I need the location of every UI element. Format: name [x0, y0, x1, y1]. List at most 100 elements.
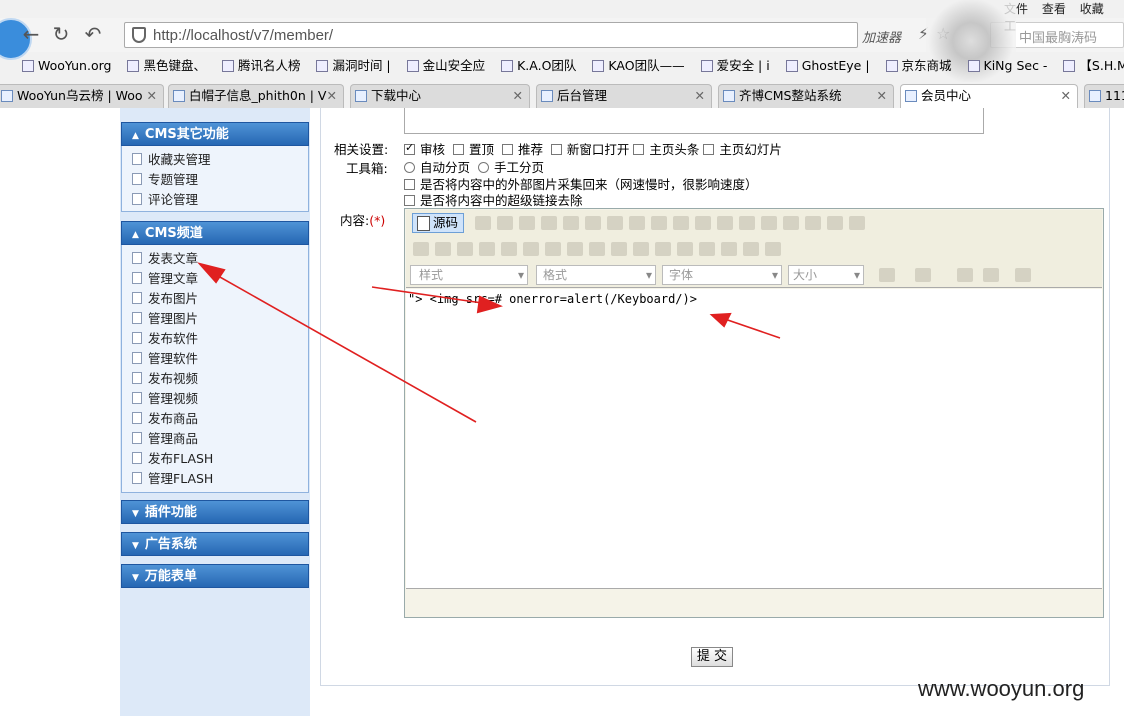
maximize-icon[interactable]	[957, 268, 973, 282]
sidebar-item-manage-video[interactable]: 管理视频	[122, 389, 308, 409]
checkbox[interactable]	[404, 141, 415, 155]
help-icon[interactable]	[1015, 268, 1031, 282]
submit-button[interactable]: 提 交	[691, 647, 733, 667]
sidebar-item-post-product[interactable]: 发布商品	[122, 409, 308, 429]
bookmark-ghosteye[interactable]: GhostEye |	[785, 54, 870, 78]
special-char-icon[interactable]	[743, 242, 759, 256]
accelerator-label[interactable]: 加速器	[862, 27, 901, 46]
cut-icon[interactable]	[519, 216, 535, 230]
radio-manual-paging[interactable]: 手工分页	[477, 160, 544, 175]
close-icon[interactable]: ✕	[147, 85, 157, 107]
option-remove-links[interactable]: 是否将内容中的超级链接去除	[404, 190, 583, 209]
bookmark-jd[interactable]: 京东商城	[885, 54, 952, 78]
show-blocks-icon[interactable]	[983, 268, 999, 282]
menu-favorites[interactable]: 收藏	[1080, 2, 1104, 16]
editor-source-textarea[interactable]: "> <img src=# onerror=alert(/Keyboard/)>	[406, 289, 1102, 589]
sidebar-item-manage-product[interactable]: 管理商品	[122, 429, 308, 449]
tab-admin[interactable]: 后台管理 ✕	[536, 84, 712, 108]
radio[interactable]	[477, 162, 489, 173]
checkbox[interactable]	[452, 144, 464, 155]
find-icon[interactable]	[651, 216, 667, 230]
sidebar-section-cms-other[interactable]: ▲ CMS其它功能	[121, 122, 309, 146]
back-icon[interactable]: ←	[18, 22, 44, 46]
bookmark-kao[interactable]: K.A.O团队	[501, 54, 576, 78]
sidebar-section-forms[interactable]: ▼ 万能表单	[121, 564, 309, 588]
image-icon[interactable]	[633, 242, 649, 256]
font-select[interactable]: 字体	[662, 265, 782, 285]
sidebar-item-post-video[interactable]: 发布视频	[122, 369, 308, 389]
sidebar-item-post-image[interactable]: 发布图片	[122, 289, 308, 309]
menu-view[interactable]: 查看	[1042, 2, 1066, 16]
ordered-list-icon[interactable]	[413, 242, 429, 256]
bookmark-kingsoft[interactable]: 金山安全应	[406, 54, 485, 78]
sidebar-item-post-software[interactable]: 发布软件	[122, 329, 308, 349]
size-select[interactable]: 大小	[788, 265, 864, 285]
sidebar-item-post-flash[interactable]: 发布FLASH	[122, 449, 308, 469]
tab-member-center[interactable]: 会员中心 ✕	[900, 84, 1078, 108]
tab-qibo[interactable]: 齐博CMS整站系统 ✕	[718, 84, 894, 108]
checkbox[interactable]	[550, 144, 562, 155]
link-icon[interactable]	[589, 242, 605, 256]
underline-icon[interactable]	[783, 216, 799, 230]
text-color-icon[interactable]	[879, 268, 895, 282]
tab-download[interactable]: 下载中心 ✕	[350, 84, 530, 108]
undo-icon[interactable]	[607, 216, 623, 230]
checkbox[interactable]	[404, 179, 415, 190]
format-select[interactable]: 格式	[536, 265, 656, 285]
sidebar-item-post-article[interactable]: 发表文章	[122, 249, 308, 269]
outdent-icon[interactable]	[457, 242, 473, 256]
superscript-icon[interactable]	[849, 216, 865, 230]
strike-icon[interactable]	[805, 216, 821, 230]
checkbox[interactable]	[633, 144, 645, 155]
sidebar-section-cms-channel[interactable]: ▲ CMS频道	[121, 221, 309, 245]
summary-textarea[interactable]	[404, 108, 984, 134]
bookmark-kao-team[interactable]: KAO团队——	[592, 54, 685, 78]
sidebar-item-comments[interactable]: 评论管理	[122, 190, 308, 210]
flash-icon[interactable]	[655, 242, 671, 256]
radio[interactable]	[404, 162, 415, 173]
sidebar-item-manage-article[interactable]: 管理文章	[122, 269, 308, 289]
unlink-icon[interactable]	[611, 242, 627, 256]
italic-icon[interactable]	[761, 216, 777, 230]
checkbox[interactable]	[404, 195, 415, 206]
copy-icon[interactable]	[541, 216, 557, 230]
close-icon[interactable]: ✕	[327, 85, 337, 107]
preview-icon[interactable]	[475, 216, 491, 230]
rule-icon[interactable]	[699, 242, 715, 256]
replace-icon[interactable]	[673, 216, 689, 230]
close-icon[interactable]: ✕	[877, 85, 887, 107]
align-left-icon[interactable]	[501, 242, 517, 256]
align-right-icon[interactable]	[545, 242, 561, 256]
sidebar-section-ads[interactable]: ▼ 广告系统	[121, 532, 309, 556]
option-new-window[interactable]: 新窗口打开	[550, 142, 629, 157]
bookmark-shm[interactable]: 【S.H.M】-	[1063, 54, 1124, 78]
align-center-icon[interactable]	[523, 242, 539, 256]
bookmark-vuln-time[interactable]: 漏洞时间 |	[316, 54, 391, 78]
redo-icon[interactable]	[629, 216, 645, 230]
page-break-icon[interactable]	[765, 242, 781, 256]
reload-icon[interactable]: ↻	[48, 22, 74, 46]
tab-phith0n[interactable]: 白帽子信息_phith0n | V ✕	[168, 84, 344, 108]
smiley-icon[interactable]	[721, 242, 737, 256]
checkbox[interactable]	[703, 144, 715, 155]
remove-format-icon[interactable]	[717, 216, 733, 230]
checkbox[interactable]	[501, 144, 513, 155]
close-icon[interactable]: ✕	[695, 85, 705, 107]
bold-icon[interactable]	[739, 216, 755, 230]
table-icon[interactable]	[677, 242, 693, 256]
bookmark-aqsec[interactable]: 爱安全 | i	[700, 54, 770, 78]
address-bar[interactable]: http://localhost/v7/member/	[124, 22, 858, 48]
indent-icon[interactable]	[479, 242, 495, 256]
option-audit[interactable]: 审核	[404, 141, 445, 157]
close-icon[interactable]: ✕	[1061, 85, 1071, 107]
sidebar-item-manage-flash[interactable]: 管理FLASH	[122, 469, 308, 489]
sidebar-item-manage-image[interactable]: 管理图片	[122, 309, 308, 329]
sidebar-item-favorites[interactable]: 收藏夹管理	[122, 150, 308, 170]
sidebar-item-manage-software[interactable]: 管理软件	[122, 349, 308, 369]
bookmark-tencent[interactable]: 腾讯名人榜	[221, 54, 300, 78]
bg-color-icon[interactable]	[915, 268, 931, 282]
bookmark-kingsec[interactable]: KiNg Sec -	[967, 54, 1047, 78]
tab-111[interactable]: 111	[1084, 84, 1124, 108]
template-icon[interactable]	[497, 216, 513, 230]
paste-text-icon[interactable]	[585, 216, 601, 230]
